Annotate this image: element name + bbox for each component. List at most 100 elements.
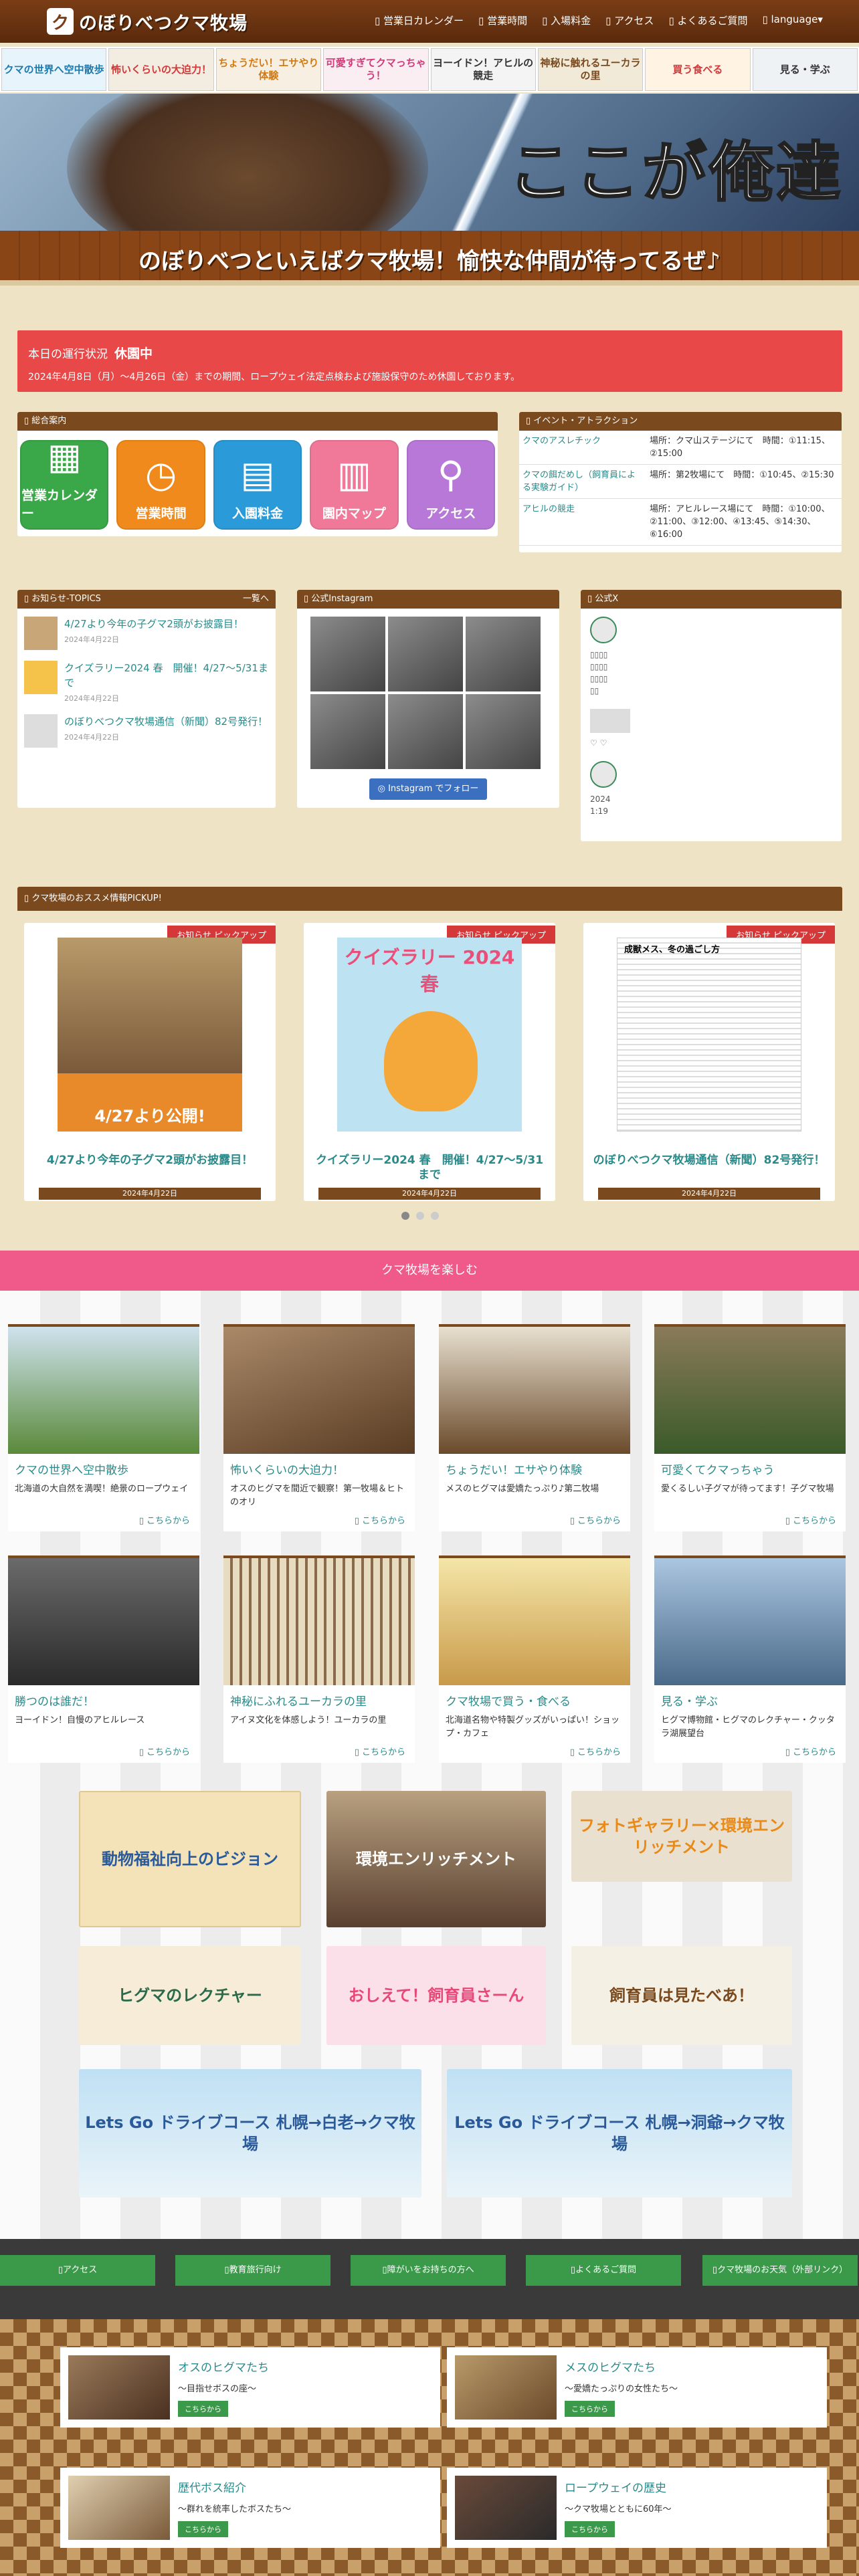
enjoy-card-link[interactable]: ▯ こちらから <box>8 1743 199 1763</box>
enjoy-card-link[interactable]: ▯ こちらから <box>223 1512 415 1531</box>
enjoy-card-link[interactable]: ▯ こちらから <box>223 1743 415 1763</box>
footer-access-button[interactable]: ▯ アクセス <box>0 2255 155 2286</box>
strip-yukara[interactable]: 神秘に触れるユーカラの里 <box>537 48 644 91</box>
enjoy-card[interactable]: 神秘にふれるユーカラの里 アイヌ文化を体感しよう！ユーカラの里 ▯ こちらから <box>223 1555 415 1763</box>
carousel-dot[interactable] <box>416 1212 424 1220</box>
banner-vision[interactable]: 動物福祉向上のビジョン <box>79 1791 301 1927</box>
enjoy-card-title[interactable]: ちょうだい！エサやり体験 <box>439 1454 630 1480</box>
x-timeline[interactable]: ▯▯▯▯ ▯▯▯▯ ▯▯▯▯ ▯▯ ♡ ♡ 2024 1:19 <box>581 609 630 817</box>
instagram-photo[interactable] <box>388 694 463 769</box>
nav-calendar[interactable]: ▯ 営業日カレンダー <box>375 13 464 27</box>
event-name[interactable]: クマの餌だめし（飼育員による実験ガイド） <box>519 464 646 499</box>
enjoy-card-link[interactable]: ▯ こちらから <box>654 1512 846 1531</box>
banner-lecture[interactable]: ヒグマのレクチャー <box>79 1946 301 2045</box>
profile-title[interactable]: オスのヒグマたち <box>178 2358 269 2375</box>
enjoy-card-link[interactable]: ▯ こちらから <box>654 1743 846 1763</box>
profile-title[interactable]: ロープウェイの歴史 <box>565 2478 672 2495</box>
guide-calendar[interactable]: ▦ 営業カレンダー <box>20 435 109 530</box>
footer-accessibility-button[interactable]: ▯ 障がいをお持ちの方へ <box>351 2255 506 2286</box>
enjoy-card[interactable]: 可愛くてクマっちゃう 愛くるしい子グマが待ってます！子グマ牧場 ▯ こちらから <box>654 1324 846 1531</box>
topic-title[interactable]: のぼりべつクマ牧場通信（新聞）82号発行！ <box>64 714 268 729</box>
topic-title[interactable]: クイズラリー2024 春 開催！4/27～5/31まで <box>64 661 269 690</box>
nav-hours[interactable]: ▯ 営業時間 <box>478 13 527 27</box>
instagram-follow-button[interactable]: ◎ Instagram でフォロー <box>369 778 487 800</box>
profile-title[interactable]: 歴代ボス紹介 <box>178 2478 291 2495</box>
profile-button[interactable]: こちらから <box>565 2521 615 2537</box>
pickup-card[interactable]: お知らせ ピックアップ 4/27より公開! 4/27より今年の子グマ2頭がお披露… <box>24 923 276 1201</box>
enjoy-card-link[interactable]: ▯ こちらから <box>439 1743 630 1763</box>
nav-faq[interactable]: ▯ よくあるご質問 <box>668 13 747 27</box>
strip-shop[interactable]: 買う食べる <box>645 48 751 91</box>
enjoy-card-title[interactable]: 見る・学ぶ <box>654 1685 846 1711</box>
footer-education-button[interactable]: ▯ 教育旅行向け <box>175 2255 330 2286</box>
topics-more-link[interactable]: 一覧へ <box>243 590 269 609</box>
enjoy-card-title[interactable]: クマ牧場で買う・食べる <box>439 1685 630 1711</box>
enjoy-card-title[interactable]: 可愛くてクマっちゃう <box>654 1454 846 1480</box>
nav-fee[interactable]: ▯ 入場料金 <box>542 13 591 27</box>
profile-card[interactable]: ロープウェイの歴史 ～クマ牧場とともに60年～ こちらから <box>447 2468 827 2548</box>
enjoy-card-link[interactable]: ▯ こちらから <box>439 1512 630 1531</box>
enjoy-card[interactable]: 見る・学ぶ ヒグマ博物館・ヒグマのレクチャー・クッタラ湖展望台 ▯ こちらから <box>654 1555 846 1763</box>
strip-cubs[interactable]: 可愛すぎてクマっちゃう！ <box>323 48 429 91</box>
enjoy-card[interactable]: クマ牧場で買う・食べる 北海道名物や特製グッズがいっぱい！ショップ・カフェ ▯ こち… <box>439 1555 630 1763</box>
profile-title[interactable]: メスのヒグマたち <box>565 2358 678 2375</box>
enjoy-card[interactable]: クマの世界へ空中散歩 北海道の大自然を満喫！絶景のロープウェイ ▯ こちらから <box>8 1324 199 1531</box>
profile-button[interactable]: こちらから <box>178 2521 228 2537</box>
banner-ask-keeper[interactable]: おしえて！飼育員さーん <box>326 1946 546 2045</box>
list-item[interactable]: 4/27より今年の子グマ2頭がお披露目！ 2024年4月22日 <box>17 609 276 653</box>
instagram-photo[interactable] <box>466 617 541 691</box>
enjoy-card-link[interactable]: ▯ こちらから <box>8 1512 199 1531</box>
carousel-dot[interactable] <box>401 1212 409 1220</box>
profile-button[interactable]: こちらから <box>178 2401 228 2417</box>
pickup-card[interactable]: お知らせ ピックアップ 成獣メス、冬の過ごし方 のぼりべつクマ牧場通信（新聞）8… <box>583 923 835 1201</box>
strip-ranch1[interactable]: 怖いくらいの大迫力！ <box>108 48 214 91</box>
heart-icon[interactable]: ♡ ♡ <box>590 737 628 749</box>
topic-title[interactable]: 4/27より今年の子グマ2頭がお披露目！ <box>64 617 244 631</box>
enjoy-card-title[interactable]: クマの世界へ空中散歩 <box>8 1454 199 1480</box>
banner-drive-shiraoi[interactable]: Lets Go ドライブコース 札幌→白老→クマ牧場 <box>79 2069 421 2197</box>
strip-ropeway[interactable]: クマの世界へ空中散歩 <box>1 48 107 91</box>
pickup-card-date: 2024年4月22日 <box>318 1188 541 1200</box>
strip-learn[interactable]: 見る・学ぶ <box>752 48 858 91</box>
enjoy-card[interactable]: 怖いくらいの大迫力！ オスのヒグマを間近で観察！第一牧場＆ヒトのオリ ▯ こちらから <box>223 1324 415 1531</box>
event-info: 場所：アヒルレース場にて 時間：①10:00、②11:00、③12:00、④13… <box>646 498 842 546</box>
strip-feeding[interactable]: ちょうだい！エサやり体験 <box>215 48 322 91</box>
strip-duck-race[interactable]: ヨーイドン！アヒルの競走 <box>430 48 536 91</box>
pickup-card[interactable]: お知らせ ピックアップ クイズラリー 2024春 クイズラリー2024 春 開催… <box>304 923 555 1201</box>
enjoy-card-title[interactable]: 神秘にふれるユーカラの里 <box>223 1685 415 1711</box>
list-item[interactable]: のぼりべつクマ牧場通信（新聞）82号発行！ 2024年4月22日 <box>17 706 276 750</box>
instagram-photo[interactable] <box>310 694 385 769</box>
event-name[interactable]: アヒルの競走 <box>519 498 646 546</box>
footer-faq-button[interactable]: ▯ よくあるご質問 <box>526 2255 681 2286</box>
banner-enrichment[interactable]: 環境エンリッチメント <box>326 1791 546 1927</box>
nav-access[interactable]: ▯ アクセス <box>605 13 654 27</box>
profile-card[interactable]: 歴代ボス紹介 ～群れを統率したボスたち～ こちらから <box>60 2468 440 2548</box>
guide-fee[interactable]: ▤ 入園料金 <box>213 440 302 530</box>
profile-card[interactable]: オスのヒグマたち ～目指せボスの座～ こちらから <box>60 2347 440 2428</box>
instagram-photo[interactable] <box>466 694 541 769</box>
profile-card[interactable]: メスのヒグマたち ～愛嬌たっぷりの女性たち～ こちらから <box>447 2347 827 2428</box>
guide-map[interactable]: ▥ 園内マップ <box>310 440 399 530</box>
enjoy-card-title[interactable]: 勝つのは誰だ！ <box>8 1685 199 1711</box>
enjoy-card[interactable]: ちょうだい！エサやり体験 メスのヒグマは愛嬌たっぷり♪第二牧場 ▯ こちらから <box>439 1324 630 1531</box>
banner-drive-toya[interactable]: Lets Go ドライブコース 札幌→洞爺→クマ牧場 <box>447 2069 792 2197</box>
pickup-card-title[interactable]: 4/27より今年の子グマ2頭がお披露目！ <box>32 1153 268 1168</box>
profile-button[interactable]: こちらから <box>565 2401 615 2417</box>
guide-access[interactable]: ⚲ アクセス <box>406 440 496 530</box>
event-name[interactable]: クマのアスレチック <box>519 431 646 465</box>
enjoy-card-title[interactable]: 怖いくらいの大迫力！ <box>223 1454 415 1480</box>
carousel-dot[interactable] <box>431 1212 439 1220</box>
enjoy-card[interactable]: 勝つのは誰だ！ ヨーイドン！自慢のアヒルレース ▯ こちらから <box>8 1555 199 1763</box>
pickup-card-title[interactable]: クイズラリー2024 春 開催！4/27～5/31まで <box>312 1153 547 1182</box>
site-logo[interactable]: ク のぼりべつクマ牧場 <box>47 7 248 36</box>
footer-weather-button[interactable]: ▯ クマ牧場のお天気（外部リンク） <box>702 2255 858 2286</box>
profile-image <box>68 2355 170 2420</box>
nav-language[interactable]: ▯ language▾ <box>762 13 822 27</box>
banner-keeper-saw[interactable]: 飼育員は見たべあ！ <box>571 1946 792 2045</box>
list-item[interactable]: クイズラリー2024 春 開催！4/27～5/31まで 2024年4月22日 <box>17 653 276 706</box>
instagram-photo[interactable] <box>310 617 385 691</box>
instagram-photo[interactable] <box>388 617 463 691</box>
pickup-card-title[interactable]: のぼりべつクマ牧場通信（新聞）82号発行！ <box>591 1153 827 1168</box>
banner-photo-gallery[interactable]: フォトギャラリー×環境エンリッチメント <box>571 1791 792 1882</box>
guide-hours[interactable]: ◷ 営業時間 <box>116 440 205 530</box>
